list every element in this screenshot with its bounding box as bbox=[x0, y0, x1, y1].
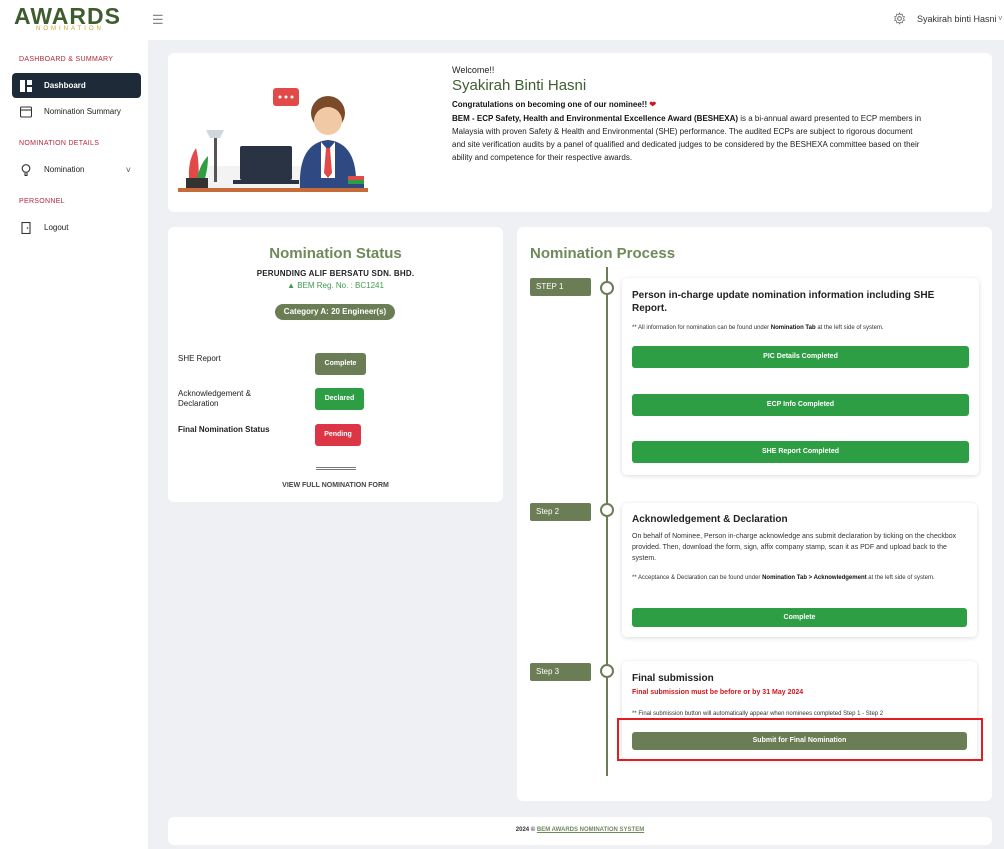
gear-icon[interactable] bbox=[893, 12, 906, 25]
window-icon bbox=[20, 105, 32, 118]
step-2-note: ** Acceptance & Declaration can be found… bbox=[632, 575, 935, 581]
step-1-marker bbox=[600, 281, 614, 295]
she-report-button[interactable]: SHE Report Completed bbox=[632, 441, 969, 463]
menu-icon[interactable]: ☰ bbox=[152, 12, 164, 28]
sidebar: DASHBOARD & SUMMARY Dashboard Nomination… bbox=[0, 40, 148, 849]
status-label-acknowledgement: Acknowledgement & Declaration bbox=[178, 389, 251, 408]
step-1-tag: STEP 1 bbox=[530, 278, 591, 296]
step-3-tag: Step 3 bbox=[530, 663, 591, 681]
logo-main-text: AWARDS bbox=[14, 3, 121, 29]
status-label-she-report: SHE Report bbox=[178, 354, 221, 363]
step-2-card: Acknowledgement & Declaration On behalf … bbox=[622, 503, 977, 637]
step-1-note: ** All information for nomination can be… bbox=[632, 325, 884, 331]
heart-icon: ❤ bbox=[649, 100, 657, 109]
office-worker-illustration bbox=[178, 88, 368, 192]
step-1-card: Person in-charge update nomination infor… bbox=[622, 278, 979, 475]
footer: 2024 © BEM AWARDS NOMINATION SYSTEM bbox=[168, 817, 992, 845]
award-description: BEM - ECP Safety, Health and Environment… bbox=[452, 114, 922, 162]
dashboard-icon bbox=[20, 79, 32, 92]
section-nomination-details: NOMINATION DETAILS bbox=[19, 140, 100, 147]
sidebar-item-label: Logout bbox=[44, 223, 69, 232]
step-1-title: Person in-charge update nomination infor… bbox=[632, 290, 935, 314]
user-icon: ▲ bbox=[287, 281, 295, 290]
highlight-box bbox=[617, 718, 983, 761]
door-icon bbox=[21, 221, 31, 234]
section-personnel: PERSONNEL bbox=[19, 198, 65, 205]
logo[interactable]: AWARDS NOMINATION bbox=[14, 3, 121, 34]
bem-reg-no: ▲ BEM Reg. No. : BC1241 bbox=[287, 281, 384, 290]
status-badge-acknowledgement: Declared bbox=[315, 388, 364, 410]
step-3-marker bbox=[600, 664, 614, 678]
step-3-title: Final submission bbox=[632, 673, 714, 684]
sidebar-item-nomination[interactable]: Nomination ˅ bbox=[12, 157, 141, 182]
section-dashboard-summary: DASHBOARD & SUMMARY bbox=[19, 56, 114, 63]
award-name: BEM - ECP Safety, Health and Environment… bbox=[452, 114, 739, 123]
footer-link[interactable]: BEM AWARDS NOMINATION SYSTEM bbox=[537, 827, 644, 833]
step-2-tag: Step 2 bbox=[530, 503, 591, 521]
step-3-deadline: Final submission must be before or by 31… bbox=[632, 689, 804, 696]
pic-details-button[interactable]: PIC Details Completed bbox=[632, 346, 969, 368]
company-name: PERUNDING ALIF BERSATU SDN. BHD. bbox=[256, 269, 415, 278]
congrats-text: Congratulations on becoming one of our n… bbox=[452, 100, 657, 109]
status-badge-final: Pending bbox=[315, 424, 361, 446]
declaration-complete-button[interactable]: Complete bbox=[632, 608, 967, 627]
sidebar-item-nomination-summary[interactable]: Nomination Summary bbox=[12, 99, 141, 124]
chevron-down-icon[interactable]: ˅ bbox=[998, 14, 1003, 23]
chevron-down-icon: ˅ bbox=[125, 164, 131, 175]
footer-text: 2024 © BEM AWARDS NOMINATION SYSTEM bbox=[515, 827, 645, 833]
top-bar: AWARDS NOMINATION ☰ Syakirah binti Hasni… bbox=[0, 0, 1004, 40]
sidebar-item-dashboard[interactable]: Dashboard bbox=[12, 73, 141, 98]
nomination-process-card: Nomination Process STEP 1 Person in-char… bbox=[517, 227, 992, 801]
process-title: Nomination Process bbox=[530, 245, 676, 262]
welcome-card: Welcome!! Syakirah Binti Hasni Congratul… bbox=[168, 53, 992, 212]
step-2-marker bbox=[600, 503, 614, 517]
category-badge: Category A: 20 Engineer(s) bbox=[275, 304, 395, 320]
status-badge-she-report: Complete bbox=[315, 353, 366, 375]
status-label-final: Final Nomination Status bbox=[178, 425, 270, 434]
sidebar-item-label: Nomination Summary bbox=[44, 107, 121, 116]
divider bbox=[316, 467, 356, 470]
welcome-greeting: Welcome!! bbox=[452, 65, 495, 75]
sidebar-item-label: Nomination bbox=[44, 165, 85, 174]
nomination-status-card: Nomination Status PERUNDING ALIF BERSATU… bbox=[168, 227, 503, 502]
status-title: Nomination Status bbox=[269, 245, 402, 262]
welcome-user-name: Syakirah Binti Hasni bbox=[452, 77, 587, 94]
sidebar-item-label: Dashboard bbox=[44, 81, 86, 90]
view-full-nomination-link[interactable]: VIEW FULL NOMINATION FORM bbox=[168, 482, 503, 489]
step-2-description: On behalf of Nominee, Person in-charge a… bbox=[632, 533, 957, 562]
user-menu-name[interactable]: Syakirah binti Hasni bbox=[917, 14, 997, 24]
logo-sub-text: NOMINATION bbox=[36, 26, 104, 32]
step-2-title: Acknowledgement & Declaration bbox=[632, 514, 788, 525]
sidebar-item-logout[interactable]: Logout bbox=[12, 215, 141, 240]
ecp-info-button[interactable]: ECP Info Completed bbox=[632, 394, 969, 416]
lightbulb-icon bbox=[21, 163, 31, 176]
timeline-line bbox=[606, 267, 608, 776]
